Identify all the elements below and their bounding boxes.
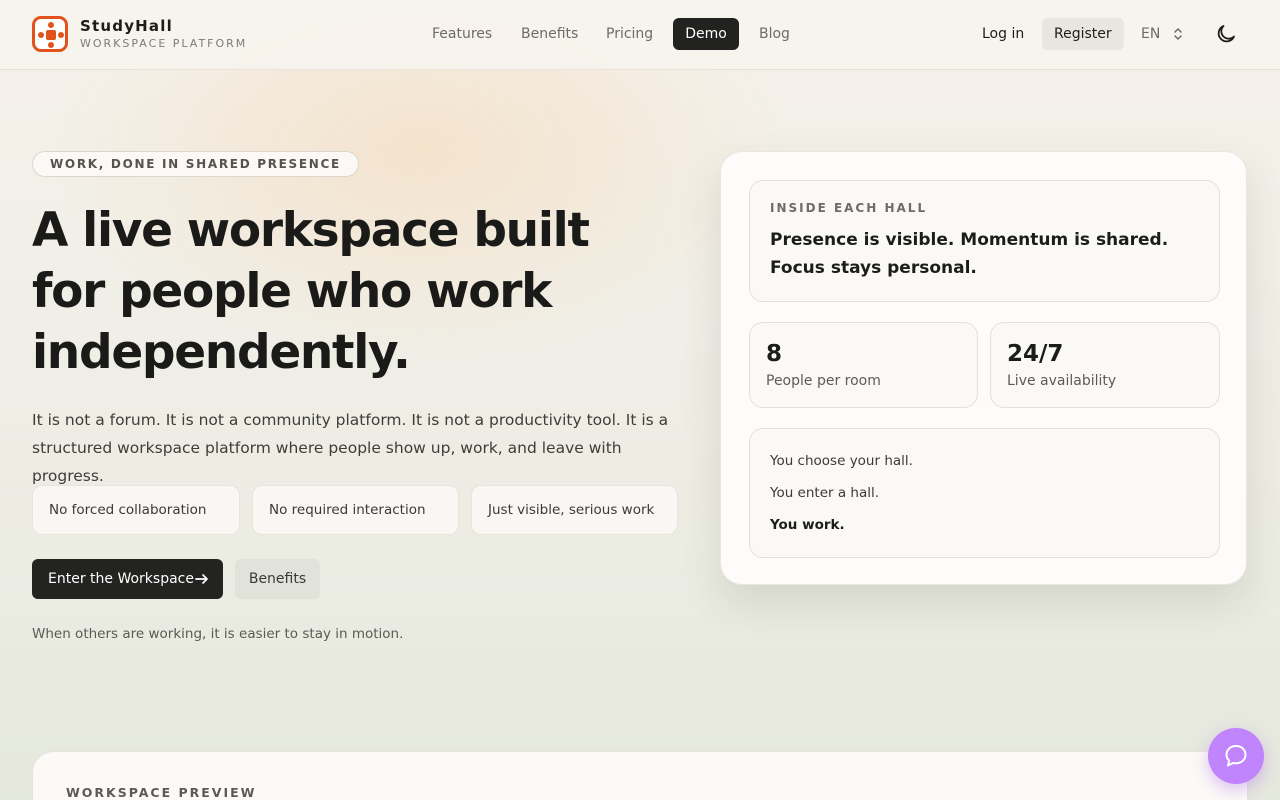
studyhall-logo-icon[interactable] <box>32 16 68 52</box>
chat-button[interactable] <box>1208 728 1264 784</box>
language-selector[interactable]: EN <box>1132 18 1192 50</box>
nav-link-features[interactable]: Features <box>420 18 504 50</box>
step-item: You enter a hall. <box>770 485 880 501</box>
stat-label: People per room <box>766 373 881 389</box>
stat-card-availability: 24/7 Live availability <box>990 322 1220 408</box>
brand-name[interactable]: StudyHall <box>80 17 173 35</box>
register-button[interactable]: Register <box>1042 18 1124 50</box>
nav-link-blog[interactable]: Blog <box>747 18 802 50</box>
feature-pill: Just visible, serious work <box>471 485 678 535</box>
preview-label: WORKSPACE PREVIEW <box>66 785 257 800</box>
moon-icon[interactable] <box>1214 22 1238 46</box>
arrow-right-icon <box>195 574 208 584</box>
hero-tag: WORK, DONE IN SHARED PRESENCE <box>32 151 359 177</box>
nav-link-pricing[interactable]: Pricing <box>594 18 665 50</box>
hero-description: It is not a forum. It is not a community… <box>32 411 669 485</box>
feature-pill: No forced collaboration <box>32 485 240 535</box>
nav-link-benefits[interactable]: Benefits <box>509 18 590 50</box>
login-link[interactable]: Log in <box>970 18 1036 50</box>
workspace-preview-section: WORKSPACE PREVIEW <box>32 751 1248 800</box>
panel-label: INSIDE EACH HALL <box>770 201 928 215</box>
inside-each-hall-panel: INSIDE EACH HALL Presence is visible. Mo… <box>749 180 1220 302</box>
feature-pill: No required interaction <box>252 485 459 535</box>
nav-link-demo[interactable]: Demo <box>673 18 739 50</box>
chevron-up-down-icon <box>1174 28 1182 40</box>
brand-tagline: WORKSPACE PLATFORM <box>80 37 248 50</box>
hero-headline: A live workspace built for people who wo… <box>32 203 590 380</box>
step-item: You work. <box>770 517 845 533</box>
enter-workspace-button[interactable]: Enter the Workspace <box>32 559 223 599</box>
stat-value: 24/7 <box>1007 341 1064 367</box>
chat-bubble-icon <box>1225 745 1247 767</box>
panel-statement: Presence is visible. Momentum is shared.… <box>770 230 1169 278</box>
step-item: You choose your hall. <box>770 453 913 469</box>
language-code: EN <box>1141 26 1161 42</box>
benefits-button[interactable]: Benefits <box>235 559 320 599</box>
steps-panel: You choose your hall. You enter a hall. … <box>749 428 1220 558</box>
hall-info-card: INSIDE EACH HALL Presence is visible. Mo… <box>720 151 1247 585</box>
hero-footnote: When others are working, it is easier to… <box>32 626 404 642</box>
stat-label: Live availability <box>1007 373 1117 389</box>
stat-value: 8 <box>766 341 783 367</box>
enter-workspace-label: Enter the Workspace <box>48 571 194 587</box>
stat-card-people: 8 People per room <box>749 322 978 408</box>
top-navigation: StudyHall WORKSPACE PLATFORM Features Be… <box>0 0 1280 70</box>
